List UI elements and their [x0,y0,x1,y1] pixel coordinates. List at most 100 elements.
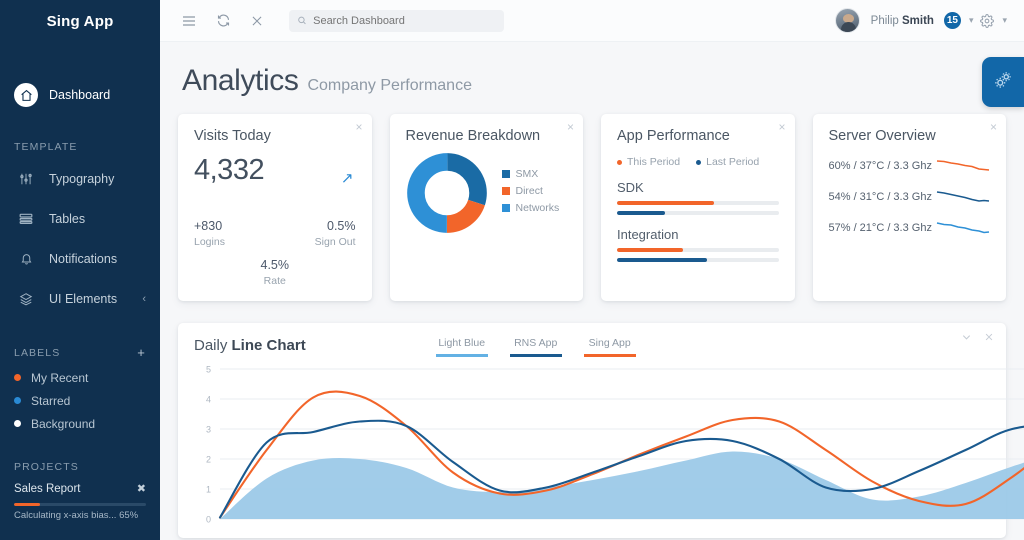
chevron-down-icon[interactable]: ▾ [969,15,974,26]
legend-label: Last Period [706,156,760,168]
legend-item-networks[interactable]: Networks [501,201,560,214]
stat-label: Sign Out [314,236,356,248]
tab-light-blue[interactable]: Light Blue [435,337,488,357]
sparkline-cpu-1 [936,160,990,171]
stat-logins: +830 Logins [194,219,275,248]
y-axis-tick: 3 [206,424,211,434]
legend-label: SMX [515,167,539,180]
server-metrics-text: 60% / 37°C / 3.3 Ghz [828,160,932,172]
user-name[interactable]: Philip Smith [871,15,934,27]
bar-fill [617,211,666,215]
legend-swatch [501,186,510,195]
stats-card-row: × Visits Today 4,332 ↗ +830 Logins 0.5% … [160,114,1024,301]
section-label: LABELS [14,346,61,359]
donut-legend: SMX Direct Networks [501,167,560,219]
bar-integration-this-period [617,248,779,252]
y-axis-tick: 1 [206,484,211,494]
gear-icon[interactable] [980,13,995,28]
section-label: TEMPLATE [14,141,78,153]
visits-stat-row: +830 Logins 0.5% Sign Out [194,219,356,248]
legend-swatch [501,203,510,212]
tab-underline [583,354,636,357]
y-axis-tick: 5 [206,364,211,374]
metric-label-sdk: SDK [617,180,644,195]
topbar-right: Philip Smith 15 ▾ ▾ [834,8,1010,33]
tab-rns-app[interactable]: RNS App [509,337,562,357]
chevron-down-icon-settings[interactable]: ▾ [1002,15,1007,26]
project-name: Sales Report [14,482,81,495]
settings-tab-button[interactable] [982,57,1024,107]
close-icon[interactable]: × [567,121,574,133]
chart-title-light: Daily [194,337,232,354]
sidebar-label-my-recent[interactable]: My Recent [0,366,160,389]
line-chart-svg: 0 1 2 3 4 5 [206,364,1024,524]
sidebar-item-ui-elements[interactable]: UI Elements ‹ [0,279,160,319]
search-box[interactable] [289,9,504,32]
label-text: My Recent [31,370,89,385]
chevron-down-icon[interactable] [961,332,972,346]
sidebar-item-label: Typography [49,172,115,186]
chart-title-bold: Line Chart [231,337,306,354]
legend-item-direct[interactable]: Direct [501,184,560,197]
sidebar-label-background[interactable]: Background [0,412,160,435]
label-text: Background [31,416,96,431]
card-server-overview: × Server Overview 60% / 37°C / 3.3 Ghz 5… [812,114,1006,301]
sidebar-item-label: UI Elements [49,292,118,306]
tab-label: Sing App [588,337,631,349]
refresh-icon[interactable] [208,6,238,36]
stat-rate: 4.5% Rate [194,258,356,287]
sidebar-item-label: Dashboard [49,88,111,102]
brand-logo[interactable]: Sing App [0,0,160,42]
close-icon[interactable]: ✖ [137,482,146,495]
metric-label-integration: Integration [617,227,679,242]
app-root: Sing App Dashboard TEMPLATE Typography T… [0,0,1024,540]
label-text: Starred [31,393,71,408]
card-title: Server Overview [828,128,936,144]
legend-item-smx[interactable]: SMX [501,167,560,180]
legend-label: Networks [515,201,560,214]
donut-chart-wrap: SMX Direct Networks [406,152,568,234]
bar-fill [617,258,708,262]
performance-legend: This Period Last Period [617,156,779,168]
bar-fill [617,248,684,252]
user-last-name: Smith [901,14,934,27]
sidebar-item-dashboard[interactable]: Dashboard [0,75,160,115]
tab-sing-app[interactable]: Sing App [583,337,636,357]
legend-label: This Period [627,156,681,168]
page-subtitle: Company Performance [307,77,472,94]
card-title: Visits Today [194,128,271,144]
sidebar-primary-nav: Dashboard [0,75,160,115]
stat-label: Rate [263,275,286,287]
add-label-button[interactable]: + [137,345,146,360]
legend-item-this-period[interactable]: This Period [617,156,680,168]
sidebar-item-notifications[interactable]: Notifications [0,239,160,279]
sidebar-project-sales-report[interactable]: Sales Report ✖ [0,479,160,498]
sidebar-item-label: Tables [49,212,86,226]
close-icon[interactable]: × [778,121,785,133]
legend-label: Direct [515,184,543,197]
bar-sdk-last-period [617,211,779,215]
y-axis-tick: 4 [206,394,211,404]
hamburger-icon[interactable] [174,6,204,36]
server-metrics-text: 54% / 31°C / 3.3 Ghz [828,191,932,203]
legend-item-last-period[interactable]: Last Period [696,156,759,168]
project-status-text: Calculating x-axis bias... 65% [14,510,139,521]
sidebar-item-tables[interactable]: Tables [0,199,160,239]
y-axis-tick: 0 [206,514,211,524]
trend-up-icon: ↗ [340,170,354,187]
search-input[interactable] [313,14,496,27]
sidebar-label-starred[interactable]: Starred [0,389,160,412]
sidebar-item-typography[interactable]: Typography [0,159,160,199]
notification-badge[interactable]: 15 [943,12,961,29]
chart-tabs: Light Blue RNS App Sing App [435,337,636,357]
close-icon[interactable]: × [355,121,362,133]
bar-sdk-this-period [617,201,779,205]
avatar[interactable] [834,8,860,33]
section-label: PROJECTS [14,461,79,473]
close-icon[interactable]: × [990,121,997,133]
close-icon[interactable] [984,332,994,346]
close-icon[interactable] [242,6,272,36]
card-visits-today: × Visits Today 4,332 ↗ +830 Logins 0.5% … [178,114,372,301]
bar-integration-last-period [617,258,779,262]
sidebar: Sing App Dashboard TEMPLATE Typography T… [0,0,160,540]
